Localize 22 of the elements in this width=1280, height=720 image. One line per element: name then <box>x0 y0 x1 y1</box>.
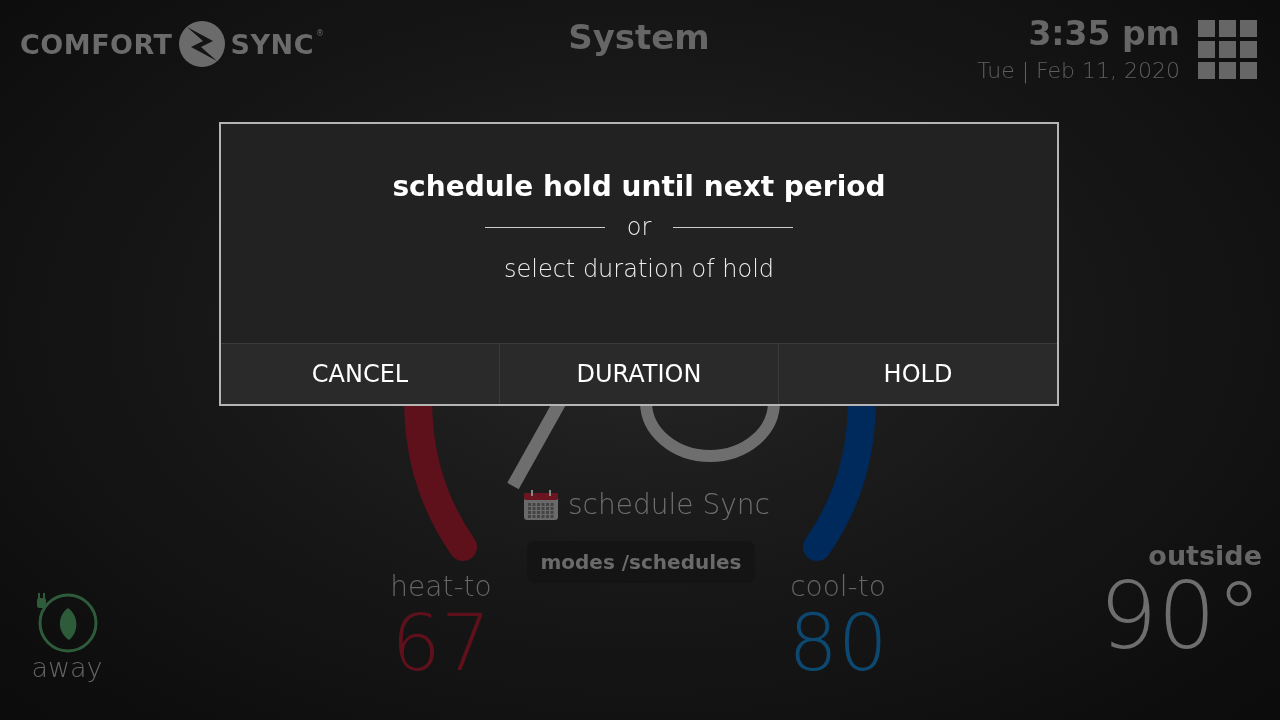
outside-label: outside <box>1147 540 1262 571</box>
logo-text: SYNC <box>230 28 314 60</box>
menu-grid-icon[interactable] <box>1198 20 1258 80</box>
registered-mark: ® <box>315 29 324 38</box>
calendar-icon <box>524 489 558 520</box>
clock-date: Tue | Feb 11, 2020 <box>977 57 1180 83</box>
dialog-subtitle: select duration of hold <box>503 255 775 283</box>
clock-time: 3:35 pm <box>1027 17 1180 52</box>
dialog-button[interactable]: DURATION <box>500 344 779 404</box>
dialog-button[interactable]: CANCEL <box>221 344 500 404</box>
eco-leaf-icon[interactable] <box>35 590 99 654</box>
logo-text: COMFORT <box>20 28 173 60</box>
screen-title: System <box>568 17 710 57</box>
heat-to-label: heat-to <box>389 570 493 603</box>
dialog-button[interactable]: HOLD <box>779 344 1057 404</box>
logo-icon <box>176 19 227 69</box>
schedule-label: schedule Sync <box>568 488 770 521</box>
outside-temperature: 90° <box>1098 571 1262 663</box>
away-label: away <box>31 652 103 683</box>
cool-to-label: cool-to <box>789 570 887 603</box>
or-separator: or <box>626 213 652 241</box>
dialog-title: schedule hold until next period <box>392 170 886 203</box>
